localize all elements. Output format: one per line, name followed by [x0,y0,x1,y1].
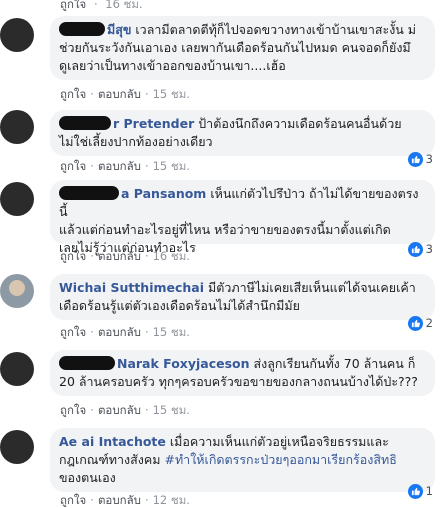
reply-link[interactable]: ตอบกลับ [98,493,141,507]
comment-meta: ถูกใจ · ตอบกลับ · 15 ชม. [60,403,190,417]
comment-text: ป้าต้องนึกถึงความเดือดร้อนคนอื่นด้วย [198,116,402,131]
hashtag-link[interactable]: #ทำให้เกิดตรรกะป่วยๆออกมาเรียกร้องสิทธิ [164,452,396,467]
comment-meta: ถูกใจ · ตอบกลับ · 12 ชม. [60,493,190,507]
like-link[interactable]: ถูกใจ [60,325,86,339]
comment-meta: ถูกใจ · ตอบกลับ · 15 ชม. [60,325,190,339]
reaction-number: 3 [425,152,433,166]
redacted-name-scribble [59,186,119,200]
reply-link[interactable]: ตอบกลับ [98,87,141,101]
timestamp: 15 ชม. [152,159,190,173]
like-link[interactable]: ถูกใจ [60,159,86,173]
commenter-name[interactable]: Ae ai Intachote [59,434,166,449]
comment-bubble: Wichai Sutthimechai มีตัวภาษีไม่เคยเสียเ… [50,274,435,320]
reply-link[interactable]: ตอบกลับ [98,249,141,263]
comment-meta: ถูกใจ · ตอบกลับ · 16 ชม. [60,249,190,263]
comment-text: ไม่ใช่เลี้ยงปากท้องอย่างเดียว [59,134,213,149]
comment-text: เดือดร้อนรู้แต่ตัวเองเดือดร้อนไม่ได้สำนึ… [59,298,300,313]
reaction-number: 1 [425,484,433,498]
comment-meta: ถูกใจ · ตอบกลับ · 15 ชม. [60,159,190,173]
comment-bubble: r Pretender ป้าต้องนึกถึงความเดือดร้อนคน… [50,110,435,156]
avatar[interactable] [0,274,34,308]
comment-bubble: มีสุข เวลามีตลาดตีทุ้ก็ไปจอดขวางทางเข้าบ… [50,16,435,80]
comment-bubble: Ae ai Intachote เมื่อความเห็นแก่ตัวอยู่เ… [50,428,435,492]
comment-meta: ถูกใจ · ตอบกลับ · 15 ชม. [60,87,190,101]
reaction-number: 3 [425,242,433,256]
comment-text: ของตนเอง [59,470,116,485]
commenter-name[interactable]: r Pretender [113,116,194,131]
like-icon [407,483,423,499]
reaction-count[interactable]: 2 [407,314,433,332]
comment-bubble: Narak Foxyjaceson ส่งลูกเรียนกันทั้ง 70 … [50,350,435,396]
reaction-count[interactable]: 3 [407,240,433,258]
timestamp: 15 ชม. [152,403,190,417]
like-icon [407,315,423,331]
like-icon [407,241,423,257]
timestamp: 16 ชม. [152,249,190,263]
reaction-count[interactable]: 3 [407,150,433,168]
timestamp: 16 ชม. [105,0,143,11]
timestamp: 15 ชม. [152,87,190,101]
commenter-name[interactable]: มีสุข [107,22,131,37]
avatar[interactable] [0,182,34,216]
like-link[interactable]: ถูกใจ [60,0,86,11]
comment-text: เวลามีตลาดตีทุ้ก็ไปจอดขวางทางเข้าบ้านเขา… [135,22,417,37]
like-link[interactable]: ถูกใจ [60,493,86,507]
timestamp: 15 ชม. [152,325,190,339]
comment-text: ช่วยกันระวังกันเอาเอง เลยพากันเดือดร้อนก… [59,40,411,55]
redacted-name-scribble [59,116,111,130]
like-link[interactable]: ถูกใจ [60,249,86,263]
comment-text: ส่งลูกเรียนกันทั้ง 70 ล้านคน ก็ [253,356,416,371]
comment-text: กฎเกณฑ์ทางสังคม [59,452,161,467]
commenter-name[interactable]: Narak Foxyjaceson [117,356,250,371]
avatar[interactable] [0,18,34,52]
avatar[interactable] [0,352,34,386]
reply-link[interactable]: ตอบกลับ [98,403,141,417]
like-link[interactable]: ถูกใจ [60,87,86,101]
avatar[interactable] [0,110,34,144]
redacted-name-scribble [59,22,105,36]
reaction-count[interactable]: 1 [407,482,433,500]
like-link[interactable]: ถูกใจ [60,403,86,417]
commenter-name[interactable]: Wichai Sutthimechai [59,280,204,295]
reply-link[interactable]: ตอบกลับ [98,159,141,173]
comment-text: เมื่อความเห็นแก่ตัวอยู่เหนือจริยธรรมและ [169,434,389,449]
timestamp: 12 ชม. [152,493,190,507]
comment-text: มีตัวภาษีไม่เคยเสียเห็นแต่ได้จนเคยเค้า [208,280,416,295]
comment-text: แล้วแต่ก่อนทำอะไรอยู่ที่ไหน หรือว่าขายขอ… [59,222,391,237]
reaction-number: 2 [425,316,433,330]
like-icon [407,151,423,167]
comment-text: ดูเลยว่าเป็นทางเข้าออกของบ้านเขา....เฮ้อ [59,58,286,73]
reply-link[interactable]: ตอบกลับ [98,325,141,339]
commenter-name[interactable]: a Pansanom [121,186,206,201]
redacted-name-scribble [59,356,115,370]
comment-bubble: a Pansanom เห็นแก่ตัวไปรึป่าว ถ้าไม่ได้ข… [50,180,435,255]
comment-text: 20 ล้านครอบครัว ทุกๆครอบครัวขอขายของกลาง… [59,374,418,389]
avatar[interactable] [0,430,34,464]
previous-comment-meta: ถูกใจ · 16 ชม. [60,0,143,12]
